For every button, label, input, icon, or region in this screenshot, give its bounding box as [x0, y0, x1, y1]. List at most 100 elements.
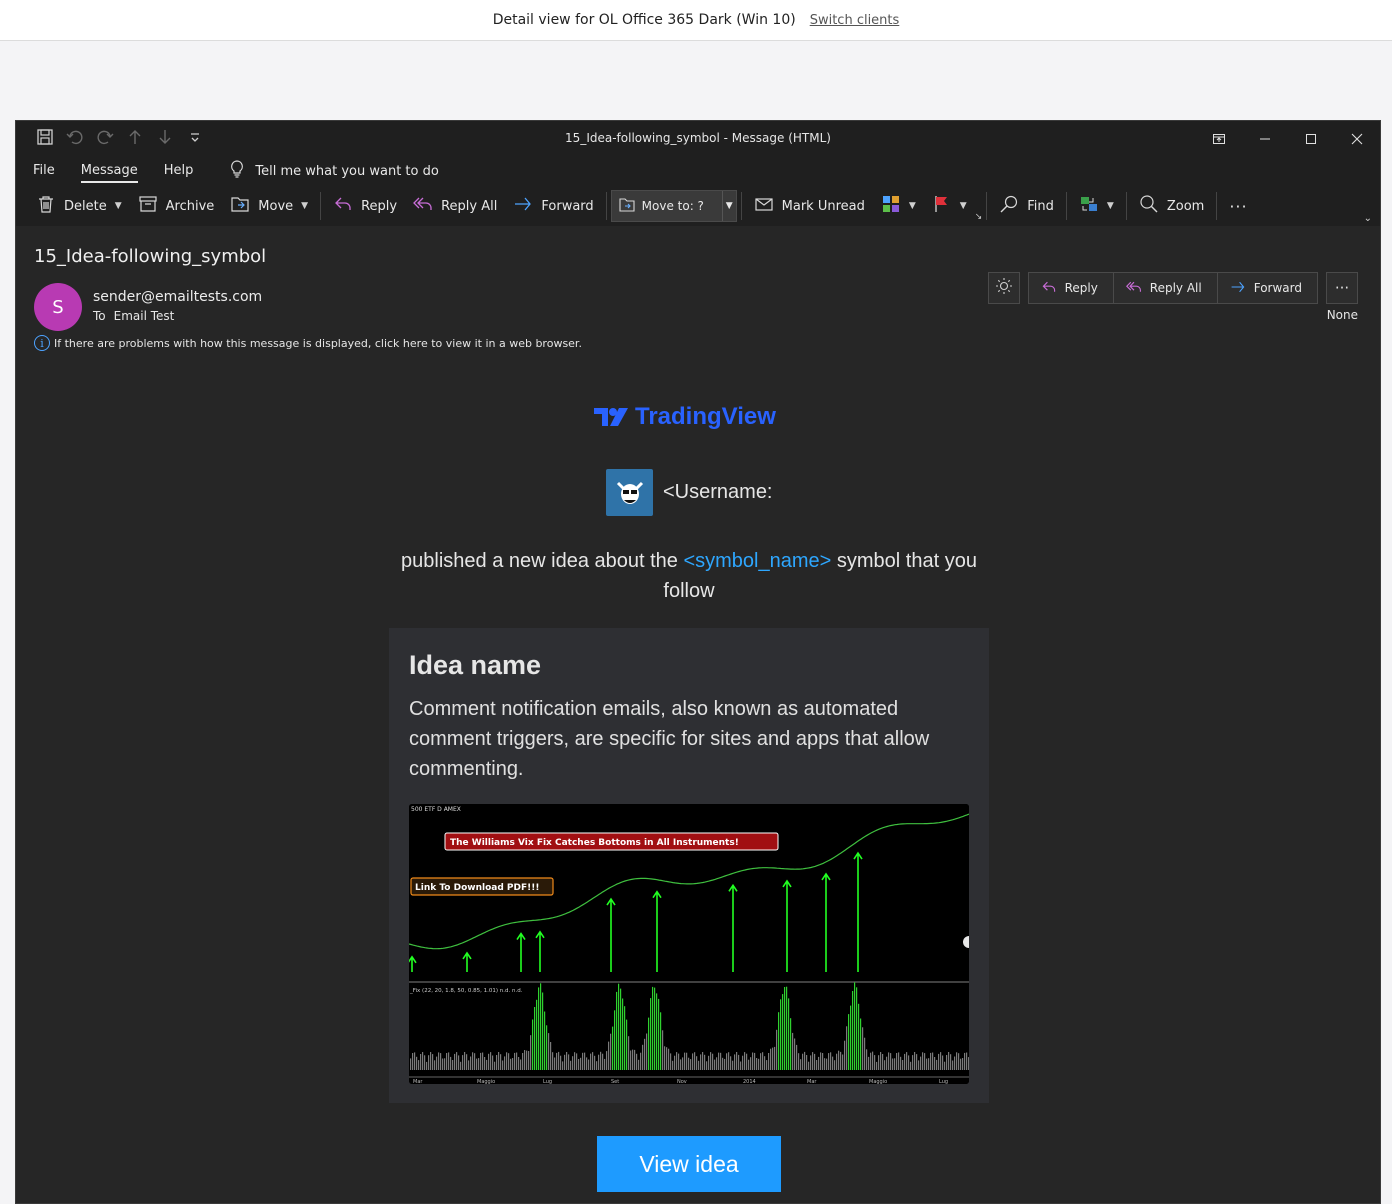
- histogram-bar: [506, 1052, 508, 1070]
- histogram-bar: [416, 1056, 418, 1070]
- histogram-bar: [598, 1054, 600, 1070]
- idea-chart-image[interactable]: 500 ETF D AMEX The Williams Vix Fix Catc…: [409, 804, 969, 1084]
- inline-reply-all-button[interactable]: Reply All: [1114, 273, 1218, 303]
- histogram-bar: [848, 1014, 850, 1070]
- histogram-bar: [708, 1055, 710, 1070]
- follow-up-button[interactable]: ▼: [924, 190, 975, 222]
- histogram-bar: [664, 1046, 666, 1070]
- tab-message[interactable]: Message: [80, 156, 151, 186]
- histogram-bar: [602, 1053, 604, 1070]
- ribbon-display-options-icon[interactable]: [1196, 121, 1242, 156]
- sender-address[interactable]: sender@emailtests.com: [93, 289, 262, 305]
- close-icon[interactable]: [1334, 121, 1380, 156]
- translate-button[interactable]: ▼: [1071, 190, 1122, 222]
- tab-help[interactable]: Help: [164, 156, 207, 186]
- categorize-icon: [881, 194, 901, 218]
- envelope-icon: [754, 194, 774, 218]
- inline-forward-button[interactable]: Forward: [1218, 273, 1317, 303]
- histogram-bar: [534, 1007, 536, 1070]
- forward-button[interactable]: Forward: [505, 190, 601, 222]
- message-actions: Reply Reply All Forward ···: [987, 272, 1358, 304]
- histogram-bar: [696, 1056, 698, 1070]
- undo-icon[interactable]: [66, 128, 84, 150]
- histogram-bar: [568, 1054, 570, 1070]
- histogram-bar: [540, 983, 542, 1070]
- histogram-bar: [456, 1052, 458, 1070]
- translate-icon: [1079, 194, 1099, 218]
- histogram-bar: [434, 1060, 436, 1070]
- ribbon-separator: [1065, 192, 1067, 220]
- histogram-bar: [924, 1053, 926, 1070]
- indicator-label: _Fix (22, 20, 1.8, 50, 0.85, 1.01) n.d. …: [409, 988, 523, 994]
- move-to-quickstep[interactable]: Move to: ? ▼: [610, 190, 737, 222]
- histogram-bar: [466, 1054, 468, 1070]
- chevron-down-icon: ▼: [1106, 201, 1114, 211]
- previous-item-icon[interactable]: [126, 128, 144, 150]
- histogram-bar: [856, 987, 858, 1070]
- histogram-bar: [858, 1003, 860, 1070]
- histogram-bar: [412, 1053, 414, 1070]
- histogram-bar: [590, 1053, 592, 1070]
- histogram-bar: [726, 1053, 728, 1070]
- histogram-bar: [518, 1057, 520, 1070]
- symbol-link[interactable]: <symbol_name>: [683, 550, 831, 572]
- switch-clients-link[interactable]: Switch clients: [810, 13, 900, 28]
- reply-all-button[interactable]: Reply All: [405, 190, 505, 222]
- histogram-bar: [846, 1026, 848, 1070]
- histogram-bar: [592, 1052, 594, 1070]
- chevron-down-icon[interactable]: ⌄: [1364, 213, 1372, 224]
- reply-button[interactable]: Reply: [325, 190, 405, 222]
- histogram-bar: [504, 1056, 506, 1070]
- histogram-bar: [732, 1060, 734, 1070]
- customize-toolbar-icon[interactable]: [186, 128, 204, 150]
- inline-reply-all-label: Reply All: [1149, 281, 1202, 295]
- author-avatar[interactable]: [606, 469, 653, 516]
- toggle-background-button[interactable]: [987, 272, 1020, 304]
- save-icon[interactable]: [36, 128, 54, 150]
- brand-name: TradingView: [635, 403, 776, 430]
- histogram-bar: [608, 1041, 610, 1070]
- tradingview-logo[interactable]: TradingView: [593, 403, 776, 431]
- zoom-button[interactable]: Zoom: [1131, 190, 1212, 222]
- minimize-icon[interactable]: [1242, 121, 1288, 156]
- histogram-bar: [916, 1054, 918, 1070]
- info-bar[interactable]: i If there are problems with how this me…: [34, 335, 582, 351]
- histogram-bar: [910, 1061, 912, 1070]
- recipient-name[interactable]: Email Test: [114, 309, 175, 323]
- tell-me-search[interactable]: Tell me what you want to do: [229, 160, 439, 182]
- histogram-bar: [492, 1055, 494, 1070]
- histogram-bar: [722, 1057, 724, 1070]
- ribbon-separator: [1125, 192, 1127, 220]
- histogram-bar: [776, 1029, 778, 1070]
- delete-button[interactable]: Delete ▼: [28, 190, 130, 222]
- inline-reply-button[interactable]: Reply: [1029, 273, 1114, 303]
- histogram-bar: [622, 998, 624, 1070]
- histogram-bar: [494, 1061, 496, 1070]
- sender-avatar[interactable]: S: [34, 283, 82, 331]
- find-button[interactable]: Find: [991, 190, 1062, 222]
- tab-file[interactable]: File: [33, 156, 68, 186]
- histogram-bar: [432, 1054, 434, 1070]
- time-axis-label: Mar: [807, 1079, 817, 1084]
- recipient-line: To Email Test: [93, 309, 174, 323]
- histogram-bar: [524, 1050, 526, 1070]
- mark-unread-button[interactable]: Mark Unread: [746, 190, 873, 222]
- histogram-bar: [570, 1060, 572, 1070]
- chevron-down-icon[interactable]: ▼: [721, 191, 736, 221]
- reply-all-label: Reply All: [441, 198, 498, 214]
- redo-icon[interactable]: [96, 128, 114, 150]
- more-commands-button[interactable]: ···: [1221, 190, 1255, 222]
- quick-access-toolbar: [16, 128, 204, 150]
- histogram-bar: [826, 1058, 828, 1070]
- move-button[interactable]: Move ▼: [222, 190, 316, 222]
- histogram-bar: [844, 1040, 846, 1070]
- view-idea-button[interactable]: View idea: [597, 1136, 781, 1192]
- next-item-icon[interactable]: [156, 128, 174, 150]
- histogram-bar: [688, 1057, 690, 1070]
- more-actions-button[interactable]: ···: [1326, 272, 1358, 304]
- archive-button[interactable]: Archive: [130, 190, 223, 222]
- categorize-button[interactable]: ▼: [873, 190, 924, 222]
- dialog-launcher-icon[interactable]: ↘: [975, 212, 983, 222]
- maximize-icon[interactable]: [1288, 121, 1334, 156]
- histogram-bar: [662, 1030, 664, 1070]
